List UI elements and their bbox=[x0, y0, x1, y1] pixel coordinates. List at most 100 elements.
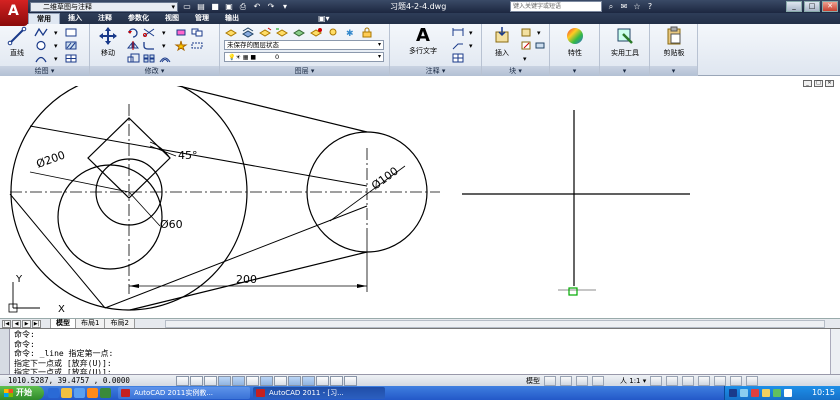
search-input[interactable]: 键入关键字或短语 bbox=[510, 1, 602, 12]
insert-block-button[interactable]: 插入 bbox=[488, 26, 516, 58]
dropdown-arrow-icon[interactable]: ▾ bbox=[50, 53, 64, 64]
update-icon[interactable] bbox=[773, 389, 781, 397]
edit-block-icon[interactable] bbox=[520, 40, 532, 51]
layer-state-select[interactable]: 未保存的图层状态 bbox=[224, 40, 384, 50]
prev-layout-arrow-icon[interactable]: ◀ bbox=[12, 320, 21, 328]
scale-icon[interactable] bbox=[126, 53, 140, 64]
fillet-icon[interactable] bbox=[142, 40, 156, 51]
save-icon[interactable]: ■ bbox=[210, 2, 220, 11]
minimize-button[interactable]: _ bbox=[786, 1, 802, 12]
dropdown-arrow-icon[interactable]: ▾ bbox=[158, 40, 172, 51]
mirror-icon[interactable] bbox=[126, 40, 140, 51]
model-space-button[interactable]: 模型 bbox=[526, 376, 540, 386]
layer-unisolate-icon[interactable] bbox=[309, 27, 323, 38]
layer-freeze-icon[interactable]: ✱ bbox=[343, 27, 357, 38]
communication-center-icon[interactable]: ✉ bbox=[619, 2, 629, 11]
taskbar-item-tutorial[interactable]: AutoCAD 2011实例教... bbox=[118, 387, 250, 399]
create-block-icon[interactable] bbox=[520, 27, 532, 38]
table-icon[interactable] bbox=[452, 53, 464, 64]
favorites-star-icon[interactable]: ☆ bbox=[632, 2, 642, 11]
dynamic-input-toggle[interactable] bbox=[288, 376, 301, 386]
multileader-icon[interactable] bbox=[452, 40, 464, 51]
properties-panel-expand[interactable]: ▾ bbox=[550, 66, 599, 76]
3d-object-snap-toggle[interactable] bbox=[246, 376, 259, 386]
input-method-icon[interactable] bbox=[729, 389, 737, 397]
coordinate-readout[interactable]: 1010.5287, 39.4757 , 0.0000 bbox=[8, 376, 130, 386]
help-icon[interactable]: ? bbox=[645, 2, 655, 11]
clipboard-button[interactable]: 剪贴板 bbox=[654, 26, 694, 58]
trim-icon[interactable] bbox=[142, 27, 156, 38]
last-layout-arrow-icon[interactable]: ▶| bbox=[32, 320, 41, 328]
search-icon[interactable]: ⌕ bbox=[606, 2, 616, 11]
mtext-button[interactable]: A 多行文字 bbox=[400, 26, 446, 56]
taskbar-item-autocad[interactable]: AutoCAD 2011 - [习... bbox=[253, 387, 385, 399]
array-icon[interactable] bbox=[142, 53, 156, 64]
layer-state-icon[interactable] bbox=[241, 27, 255, 38]
tab-parametric[interactable]: 参数化 bbox=[120, 13, 157, 24]
status-bar-menu-icon[interactable] bbox=[730, 376, 743, 386]
dropdown-arrow-icon[interactable]: ▾ bbox=[520, 53, 532, 64]
volume-icon[interactable] bbox=[762, 389, 770, 397]
line-button[interactable]: 直线 bbox=[4, 26, 30, 58]
polar-tracking-toggle[interactable] bbox=[218, 376, 231, 386]
maximize-button[interactable]: □ bbox=[804, 1, 820, 12]
ribbon-minimize-icon[interactable]: ▣▾ bbox=[318, 14, 332, 23]
draw-panel-title[interactable]: 绘图 ▾ bbox=[0, 66, 89, 76]
folder-icon[interactable] bbox=[61, 388, 72, 398]
network-icon[interactable] bbox=[740, 389, 748, 397]
tab-manage[interactable]: 管理 bbox=[187, 13, 217, 24]
grid-display-toggle[interactable] bbox=[190, 376, 203, 386]
security-icon[interactable] bbox=[751, 389, 759, 397]
block-panel-title[interactable]: 块 ▾ bbox=[482, 66, 549, 76]
annotation-visibility-icon[interactable] bbox=[650, 376, 663, 386]
show-desktop-icon[interactable] bbox=[74, 388, 85, 398]
quick-view-layouts-icon[interactable] bbox=[544, 376, 556, 386]
dynamic-ucs-toggle[interactable] bbox=[274, 376, 287, 386]
linear-dimension-icon[interactable] bbox=[452, 27, 464, 38]
tab-output[interactable]: 输出 bbox=[217, 13, 247, 24]
pan-icon[interactable] bbox=[576, 376, 588, 386]
circle-icon[interactable] bbox=[34, 40, 48, 51]
dropdown-arrow-icon[interactable]: ▾ bbox=[50, 27, 64, 38]
object-snap-tracking-toggle[interactable] bbox=[260, 376, 273, 386]
annotation-scale[interactable]: 人 1:1 ▾ bbox=[620, 376, 646, 386]
utilities-panel-expand[interactable]: ▾ bbox=[600, 66, 649, 76]
quick-view-drawings-icon[interactable] bbox=[560, 376, 572, 386]
tray-app-icon[interactable] bbox=[784, 389, 792, 397]
copy-icon[interactable] bbox=[190, 27, 204, 38]
explode-icon[interactable] bbox=[174, 40, 188, 51]
layer-properties-icon[interactable] bbox=[224, 27, 238, 38]
open-file-icon[interactable]: ▤ bbox=[196, 2, 206, 11]
auto-scale-icon[interactable] bbox=[666, 376, 679, 386]
drawing-canvas[interactable]: Ø200 Ø100 Ø60 45° 200 X Y bbox=[0, 86, 840, 318]
layer-previous-icon[interactable] bbox=[275, 27, 289, 38]
lock-toolbar-icon[interactable] bbox=[698, 376, 711, 386]
quick-properties-toggle[interactable] bbox=[330, 376, 343, 386]
properties-button[interactable]: 特性 bbox=[556, 26, 594, 58]
plot-icon[interactable]: ⎙ bbox=[238, 2, 248, 11]
layers-panel-title[interactable]: 图层 ▾ bbox=[220, 66, 389, 76]
layer-isolate-icon[interactable] bbox=[292, 27, 306, 38]
selection-cycling-toggle[interactable] bbox=[344, 376, 357, 386]
horizontal-scrollbar[interactable] bbox=[165, 320, 825, 328]
first-layout-arrow-icon[interactable]: |◀ bbox=[2, 320, 11, 328]
edit-attributes-icon[interactable] bbox=[534, 40, 546, 51]
polyline-icon[interactable] bbox=[34, 27, 48, 38]
annotation-panel-title[interactable]: 注释 ▾ bbox=[390, 66, 481, 76]
erase-icon[interactable] bbox=[174, 27, 188, 38]
dropdown-arrow-icon[interactable]: ▾ bbox=[50, 40, 64, 51]
workspace-select[interactable]: 二维草图与注释 bbox=[30, 1, 178, 12]
clean-screen-icon[interactable] bbox=[746, 376, 759, 386]
clipboard-panel-expand[interactable]: ▾ bbox=[650, 66, 697, 76]
dropdown-arrow-icon[interactable]: ▾ bbox=[158, 27, 172, 38]
qat-dropdown-icon[interactable]: ▾ bbox=[280, 2, 290, 11]
object-snap-toggle[interactable] bbox=[232, 376, 245, 386]
command-scrollbar[interactable] bbox=[830, 329, 840, 375]
dropdown-arrow-icon[interactable]: ▾ bbox=[466, 27, 478, 38]
redo-icon[interactable]: ↷ bbox=[266, 2, 276, 11]
tab-insert[interactable]: 插入 bbox=[60, 13, 90, 24]
snap-mode-toggle[interactable] bbox=[176, 376, 189, 386]
rectangle-icon[interactable] bbox=[64, 27, 78, 38]
save-as-icon[interactable]: ▣ bbox=[224, 2, 234, 11]
table-icon[interactable] bbox=[64, 53, 78, 64]
